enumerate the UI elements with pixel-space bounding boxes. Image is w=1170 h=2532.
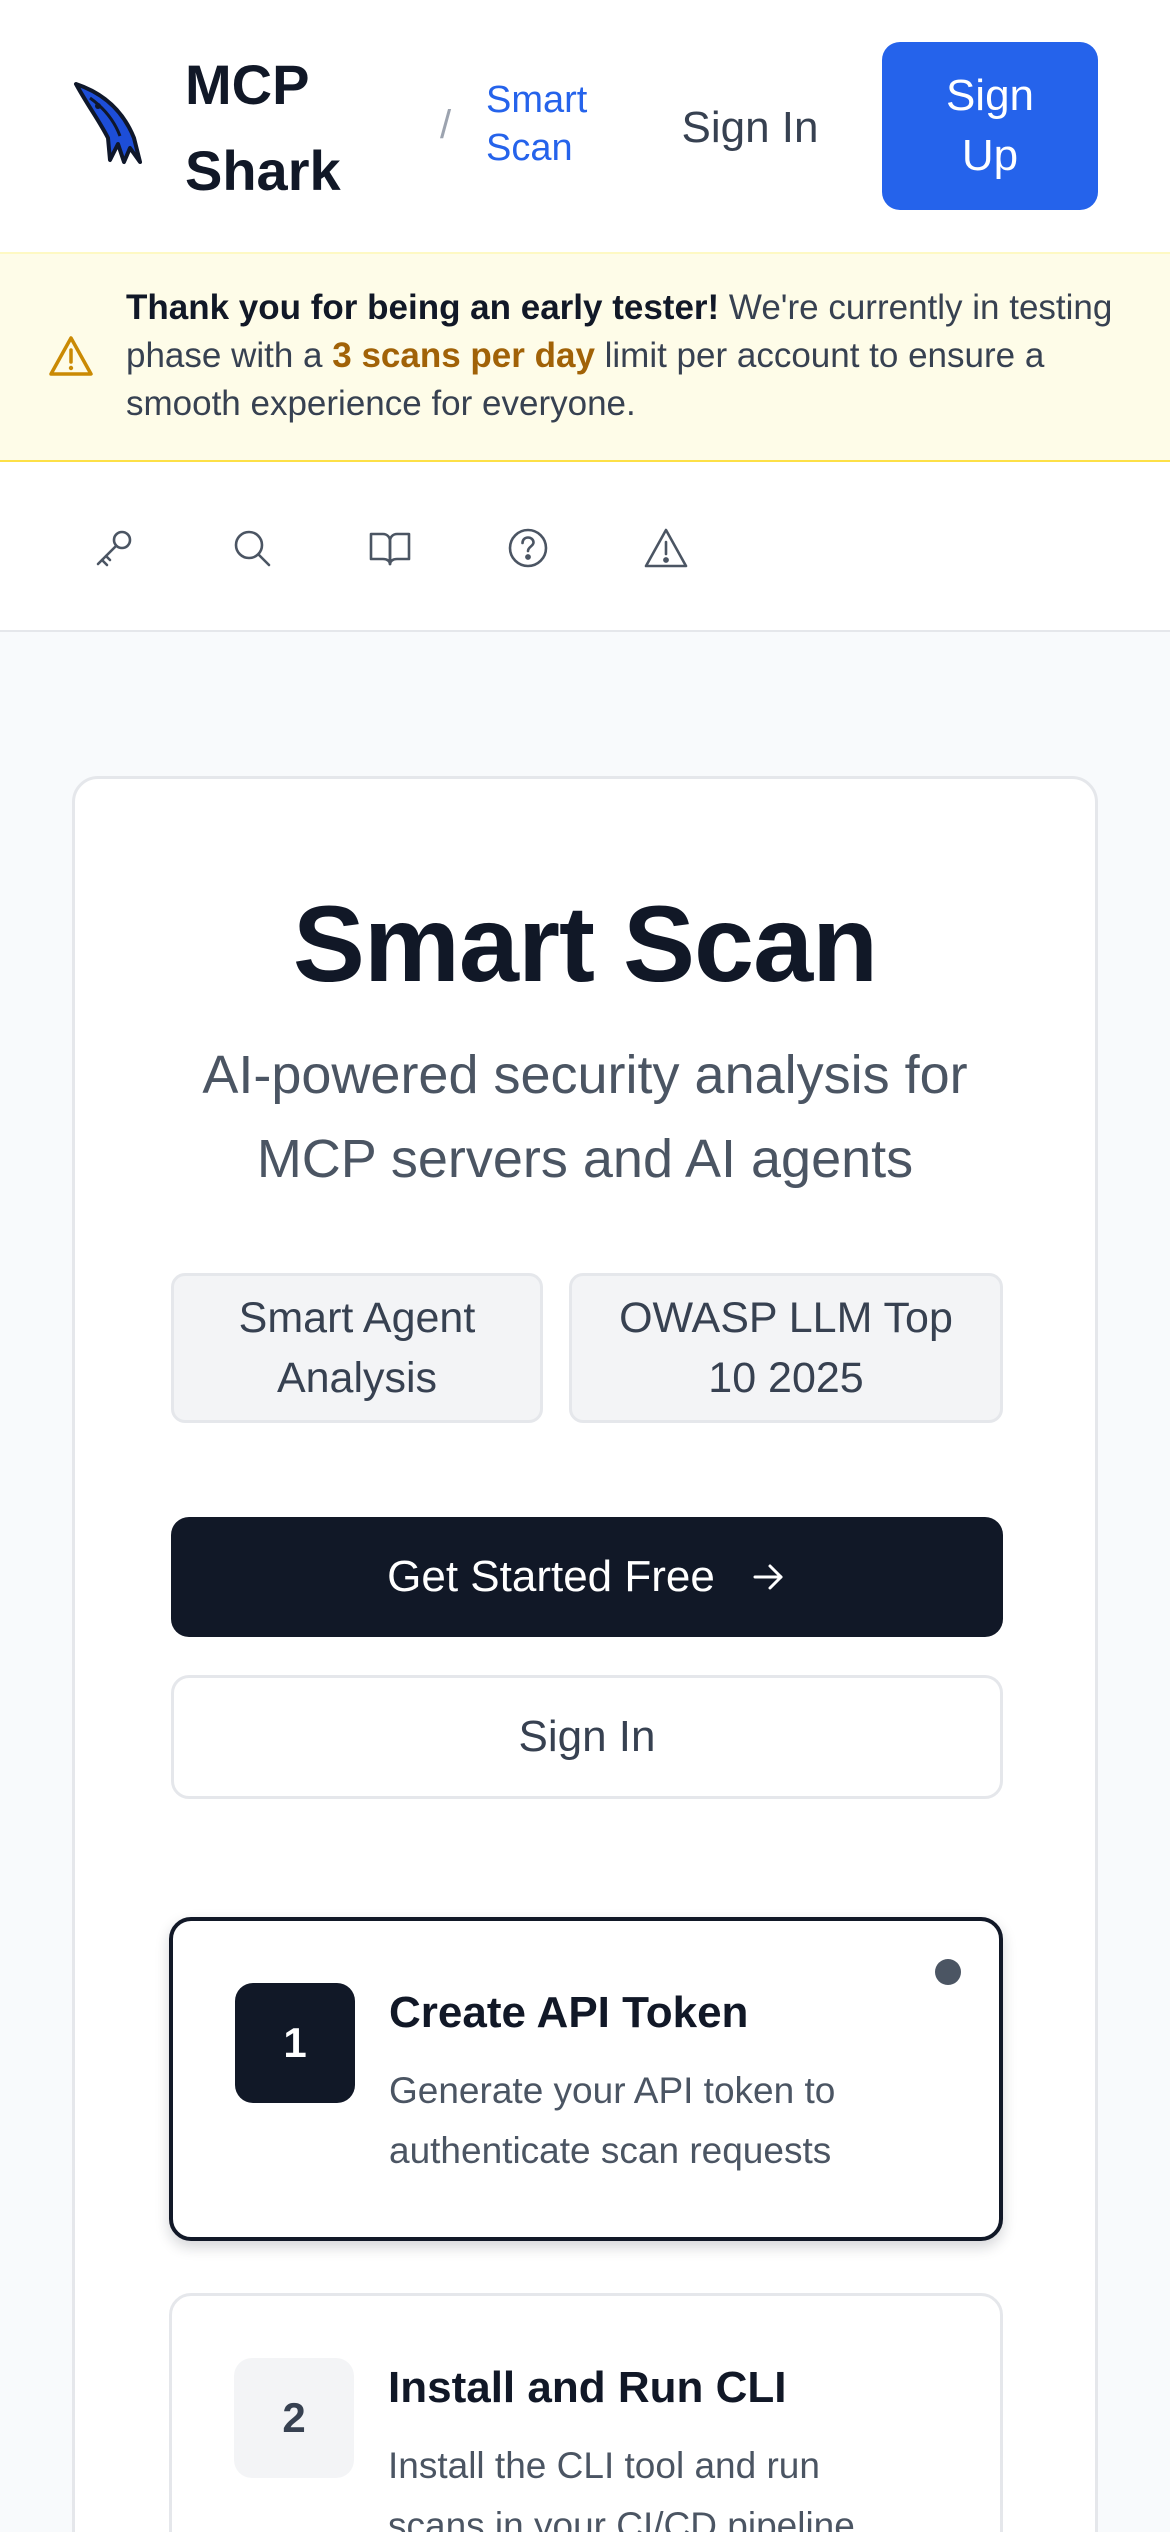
brand-name[interactable]: MCP Shark: [185, 42, 365, 214]
active-step-indicator: [935, 1959, 961, 1985]
icon-toolbar: [0, 462, 1170, 632]
header-sign-up-button[interactable]: Sign Up: [882, 42, 1098, 210]
breadcrumb-current[interactable]: Smart Scan: [486, 76, 606, 172]
banner-strong-text: Thank you for being an early tester!: [126, 288, 720, 327]
get-started-button[interactable]: Get Started Free: [171, 1517, 1003, 1637]
step-number: 1: [235, 1983, 355, 2103]
page-subtitle: AI-powered security analysis for MCP ser…: [202, 1045, 968, 1189]
search-icon[interactable]: [224, 520, 280, 576]
warning-triangle-icon: [48, 334, 94, 378]
warning-triangle-icon[interactable]: [638, 520, 694, 576]
step-title: Install and Run CLI: [388, 2363, 787, 2412]
help-circle-icon[interactable]: [500, 520, 556, 576]
smart-scan-card: Smart Scan AI-powered security analysis …: [72, 776, 1098, 2532]
sign-in-button[interactable]: Sign In: [171, 1675, 1003, 1799]
get-started-label: Get Started Free: [387, 1552, 715, 1601]
banner-message: Thank you for being an early tester! We'…: [126, 284, 1126, 428]
step-description: Generate your API token to authenticate …: [389, 2070, 836, 2171]
breadcrumb-separator: /: [440, 103, 452, 147]
key-icon[interactable]: [86, 520, 142, 576]
shark-logo-icon[interactable]: [70, 78, 150, 168]
feature-badge: Smart Agent Analysis: [171, 1273, 543, 1423]
feature-badge: OWASP LLM Top 10 2025: [569, 1273, 1003, 1423]
page-title: Smart Scan: [292, 883, 878, 1004]
arrow-right-icon: [753, 1564, 783, 1590]
step-card[interactable]: 2 Install and Run CLI Install the CLI to…: [169, 2293, 1003, 2532]
step-title: Create API Token: [389, 1988, 749, 2037]
step-number: 2: [234, 2358, 354, 2478]
top-header: MCP Shark / Smart Scan Sign In Sign Up: [0, 0, 1170, 252]
early-tester-banner: Thank you for being an early tester! We'…: [0, 252, 1170, 462]
banner-limit-highlight: 3 scans per day: [332, 336, 595, 375]
header-sign-in-link[interactable]: Sign In: [676, 66, 824, 190]
book-icon[interactable]: [362, 520, 418, 576]
step-description: Install the CLI tool and run scans in yo…: [388, 2445, 855, 2532]
step-card[interactable]: 1 Create API Token Generate your API tok…: [169, 1917, 1003, 2241]
